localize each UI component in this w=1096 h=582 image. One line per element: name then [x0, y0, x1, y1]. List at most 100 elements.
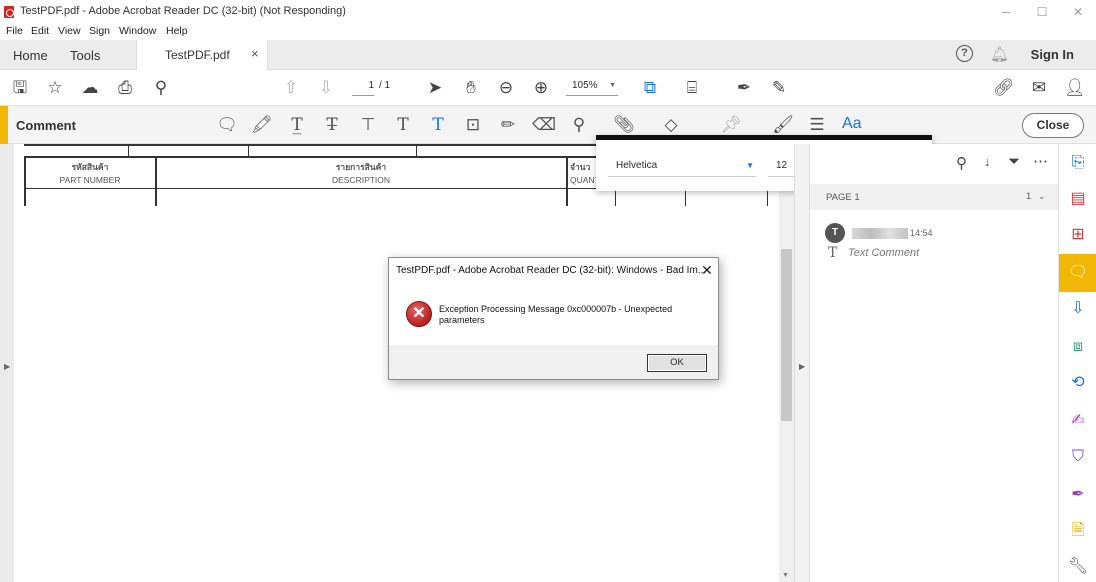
menu-bar: File Edit View Sign Window Help [0, 24, 1096, 40]
compress-pdf-icon[interactable]: ⧈ [1067, 336, 1089, 358]
create-pdf-icon[interactable]: ⊞ [1067, 224, 1089, 246]
pin-icon[interactable]: 📌︎ [720, 115, 742, 135]
convert-icon[interactable]: ⟲ [1067, 372, 1089, 394]
comment-text[interactable]: Text Comment [848, 247, 919, 259]
ok-button[interactable]: OK [647, 354, 707, 372]
chevron-down-icon: ⌄ [1038, 191, 1046, 201]
export-pdf-icon[interactable]: ⎘ [1067, 152, 1089, 174]
upload-cloud-icon[interactable]: ☁ [80, 78, 100, 98]
comment-tool-label: Comment [16, 118, 76, 133]
attach-file-icon[interactable]: 📎︎ [613, 115, 635, 135]
request-signature-icon[interactable]: ✒ [1067, 484, 1089, 506]
dialog-title-bar: TestPDF.pdf - Adobe Acrobat Reader DC (3… [389, 258, 718, 284]
comments-panel-header: ⚲ ↓ ⏷ ⋯ [810, 144, 1058, 184]
form-column-divider [128, 144, 129, 156]
text-comment-icon: T [828, 245, 838, 261]
menu-sign[interactable]: Sign [89, 25, 110, 37]
acrobat-window: TestPDF.pdf - Adobe Acrobat Reader DC (3… [0, 0, 1096, 582]
comment-tool-icon[interactable]: 🗨︎ [1067, 262, 1089, 284]
zoom-in-icon[interactable]: ⊕ [531, 78, 551, 98]
underline-text-icon[interactable]: T̲ [286, 115, 308, 135]
select-cursor-icon[interactable]: ➤ [425, 78, 445, 98]
dialog-close-icon[interactable]: ✕ [701, 262, 713, 279]
menu-help[interactable]: Help [166, 25, 188, 37]
tab-document[interactable]: TestPDF.pdf × [136, 40, 268, 70]
stamp-icon[interactable]: ⚲ [568, 115, 590, 135]
scrolling-mode-icon[interactable]: ⌸ [682, 78, 702, 98]
sticky-note-icon[interactable]: 🗨︎ [216, 115, 238, 135]
close-comment-button[interactable]: Close [1022, 113, 1084, 138]
font-family-select[interactable]: Helvetica ▼ [608, 157, 756, 177]
right-panel-toggle-icon[interactable]: ▶ [799, 362, 805, 371]
pencil-draw-icon[interactable]: ✏︎ [497, 115, 519, 135]
add-user-icon[interactable]: 👤︎ [1064, 78, 1086, 98]
tab-close-icon[interactable]: × [251, 46, 259, 61]
bookmark-star-icon[interactable]: ☆ [45, 78, 65, 98]
right-tools-rail: ⎘ ▤ ⊞ 🗨︎ ⇩ ⧈ ⟲ ✍︎ ⛉ ✒ 🗎︎ 🔧︎ [1058, 144, 1096, 582]
right-panel-splitter[interactable]: ▶ [794, 144, 810, 582]
zoom-level-select[interactable]: 105% ▼ [566, 80, 618, 96]
window-title: TestPDF.pdf - Adobe Acrobat Reader DC (3… [20, 5, 346, 17]
zoom-out-icon[interactable]: ⊖ [496, 78, 516, 98]
fit-page-icon[interactable]: ⧉ [640, 78, 660, 98]
fill-sign-icon[interactable]: ✒ [734, 78, 754, 98]
more-tools-icon[interactable]: 🔧︎ [1067, 556, 1089, 578]
filter-icon[interactable]: ⏷ [1008, 153, 1020, 170]
dialog-body: ✕ Exception Processing Message 0xc000007… [389, 284, 718, 345]
window-close-button[interactable]: ✕ [1060, 0, 1096, 24]
highlight-icon[interactable]: 🖍︎ [251, 115, 273, 135]
email-icon[interactable]: ✉ [1029, 78, 1049, 98]
print-icon[interactable]: ⎙ [115, 78, 135, 98]
protect-shield-icon[interactable]: ⛉ [1067, 446, 1089, 468]
next-page-icon[interactable]: ⇩ [316, 78, 336, 98]
shapes-tool-icon[interactable]: ◇ [660, 115, 682, 135]
page-total: / 1 [379, 80, 391, 91]
sort-icon[interactable]: ↓ [984, 154, 991, 169]
help-icon[interactable]: ? [956, 45, 973, 62]
comment-author-redacted [852, 228, 908, 239]
organize-pages-icon[interactable]: ▤ [1067, 188, 1089, 210]
replace-text-icon[interactable]: ⊤ [357, 115, 379, 135]
previous-page-icon[interactable]: ⇧ [281, 78, 301, 98]
save-icon[interactable]: 🖫 [10, 78, 30, 98]
scrollbar-thumb[interactable] [781, 249, 792, 421]
text-box-icon[interactable]: ⊡ [462, 115, 484, 135]
notifications-bell-icon[interactable]: 🔔︎ [990, 45, 1009, 63]
hand-tool-icon[interactable]: ✋︎ [461, 78, 481, 98]
search-comments-icon[interactable]: ⚲ [956, 154, 967, 172]
text-format-button[interactable]: Aa [842, 115, 862, 133]
page-group-label: PAGE 1 [826, 192, 860, 203]
eraser-icon[interactable]: ⌫ [532, 115, 556, 135]
combine-files-icon[interactable]: ⇩ [1067, 298, 1089, 320]
form-column-divider [416, 144, 417, 156]
insert-text-icon[interactable]: T [392, 115, 414, 135]
search-zoom-icon[interactable]: ⚲ [151, 78, 171, 98]
menu-window[interactable]: Window [119, 25, 156, 37]
maximize-button[interactable]: ☐ [1024, 0, 1060, 24]
menu-file[interactable]: File [6, 25, 23, 37]
add-text-comment-icon[interactable]: T [427, 115, 449, 135]
line-weight-icon[interactable]: ☰ [806, 115, 828, 135]
tab-home[interactable]: Home [13, 48, 48, 63]
edit-tag-icon[interactable]: ✎ [769, 78, 789, 98]
fill-sign-rail-icon[interactable]: ✍︎ [1067, 410, 1089, 432]
fill-color-icon[interactable]: 🖌︎ [772, 115, 794, 135]
strikethrough-text-icon[interactable]: T̶ [321, 115, 343, 135]
form-column-divider [248, 144, 249, 156]
more-options-icon[interactable]: ⋯ [1033, 152, 1048, 170]
share-link-icon[interactable]: 🔗︎ [993, 78, 1015, 98]
tab-tools[interactable]: Tools [70, 48, 100, 63]
left-panel-toggle-icon[interactable]: ▶ [4, 362, 10, 371]
chevron-down-icon: ▼ [746, 161, 754, 170]
send-for-comments-icon[interactable]: 🗎︎ [1067, 520, 1089, 542]
sign-in-button[interactable]: Sign In [1031, 47, 1074, 62]
comment-accent-bar [0, 106, 8, 144]
comment-time: 14:54 [910, 228, 933, 238]
error-icon: ✕ [406, 301, 432, 327]
menu-view[interactable]: View [58, 25, 81, 37]
page-number-input[interactable]: 1 [352, 80, 374, 96]
scroll-down-arrow-icon[interactable]: ▼ [782, 572, 789, 579]
minimize-button[interactable]: ─ [988, 0, 1024, 24]
page-group-header[interactable]: PAGE 1 1 ⌄ [810, 184, 1058, 210]
menu-edit[interactable]: Edit [31, 25, 49, 37]
